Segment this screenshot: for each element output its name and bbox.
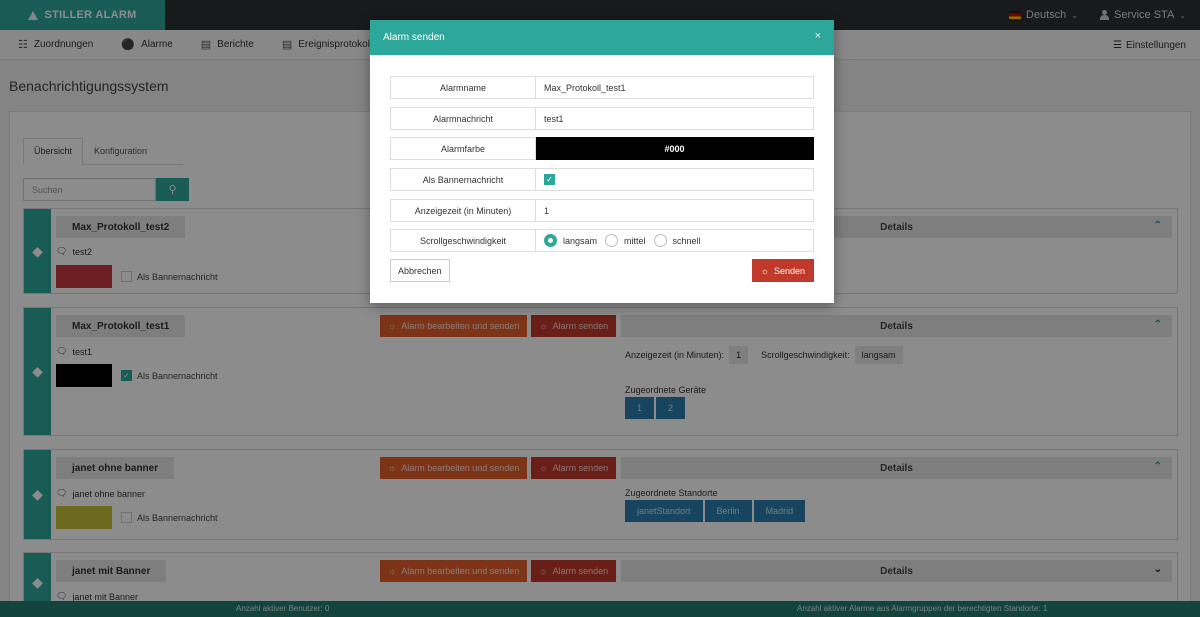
field-alarm-color: Alarmfarbe #000 bbox=[390, 137, 814, 160]
send-button[interactable]: ☼ Senden bbox=[751, 259, 814, 282]
scroll-option-mittel[interactable]: mittel bbox=[605, 234, 646, 247]
dialog-title: Alarm senden bbox=[383, 32, 445, 43]
field-display-time: Anzeigezeit (in Minuten) 1 bbox=[390, 199, 814, 222]
field-banner: Als Bannernachricht ✓ bbox=[390, 168, 814, 191]
send-alarm-dialog: Alarm senden × Alarmname Max_Protokoll_t… bbox=[370, 20, 834, 303]
banner-checkbox[interactable]: ✓ bbox=[544, 174, 555, 185]
banner-value: ✓ bbox=[536, 168, 814, 191]
siren-icon: ☼ bbox=[760, 265, 769, 276]
scroll-speed-options: langsam mittel schnell bbox=[536, 229, 814, 252]
alarm-color-value: #000 bbox=[536, 137, 814, 160]
field-alarm-message: Alarmnachricht test1 bbox=[390, 107, 814, 130]
dialog-header: Alarm senden × bbox=[370, 20, 834, 55]
field-label: Anzeigezeit (in Minuten) bbox=[390, 199, 536, 222]
field-label: Alarmfarbe bbox=[390, 137, 536, 160]
close-icon[interactable]: × bbox=[815, 30, 821, 42]
field-scroll-speed: Scrollgeschwindigkeit langsam mittel sch… bbox=[390, 229, 814, 252]
scroll-option-schnell[interactable]: schnell bbox=[653, 234, 701, 247]
send-button-label: Senden bbox=[773, 265, 805, 276]
field-label: Alarmname bbox=[390, 76, 536, 99]
option-label: mittel bbox=[624, 235, 646, 246]
alarm-message-value: test1 bbox=[536, 107, 814, 130]
radio-selected[interactable] bbox=[544, 234, 557, 247]
field-label: Als Bannernachricht bbox=[390, 168, 536, 191]
field-alarm-name: Alarmname Max_Protokoll_test1 bbox=[390, 76, 814, 99]
display-time-input[interactable]: 1 bbox=[536, 199, 814, 222]
alarm-name-value: Max_Protokoll_test1 bbox=[536, 76, 814, 99]
cancel-button[interactable]: Abbrechen bbox=[390, 259, 450, 282]
radio-unselected[interactable] bbox=[653, 234, 667, 247]
radio-unselected[interactable] bbox=[605, 234, 619, 247]
option-label: langsam bbox=[563, 235, 598, 246]
field-label: Scrollgeschwindigkeit bbox=[390, 229, 536, 252]
field-label: Alarmnachricht bbox=[390, 107, 536, 130]
scroll-option-langsam[interactable]: langsam bbox=[544, 234, 597, 247]
option-label: schnell bbox=[672, 235, 701, 246]
